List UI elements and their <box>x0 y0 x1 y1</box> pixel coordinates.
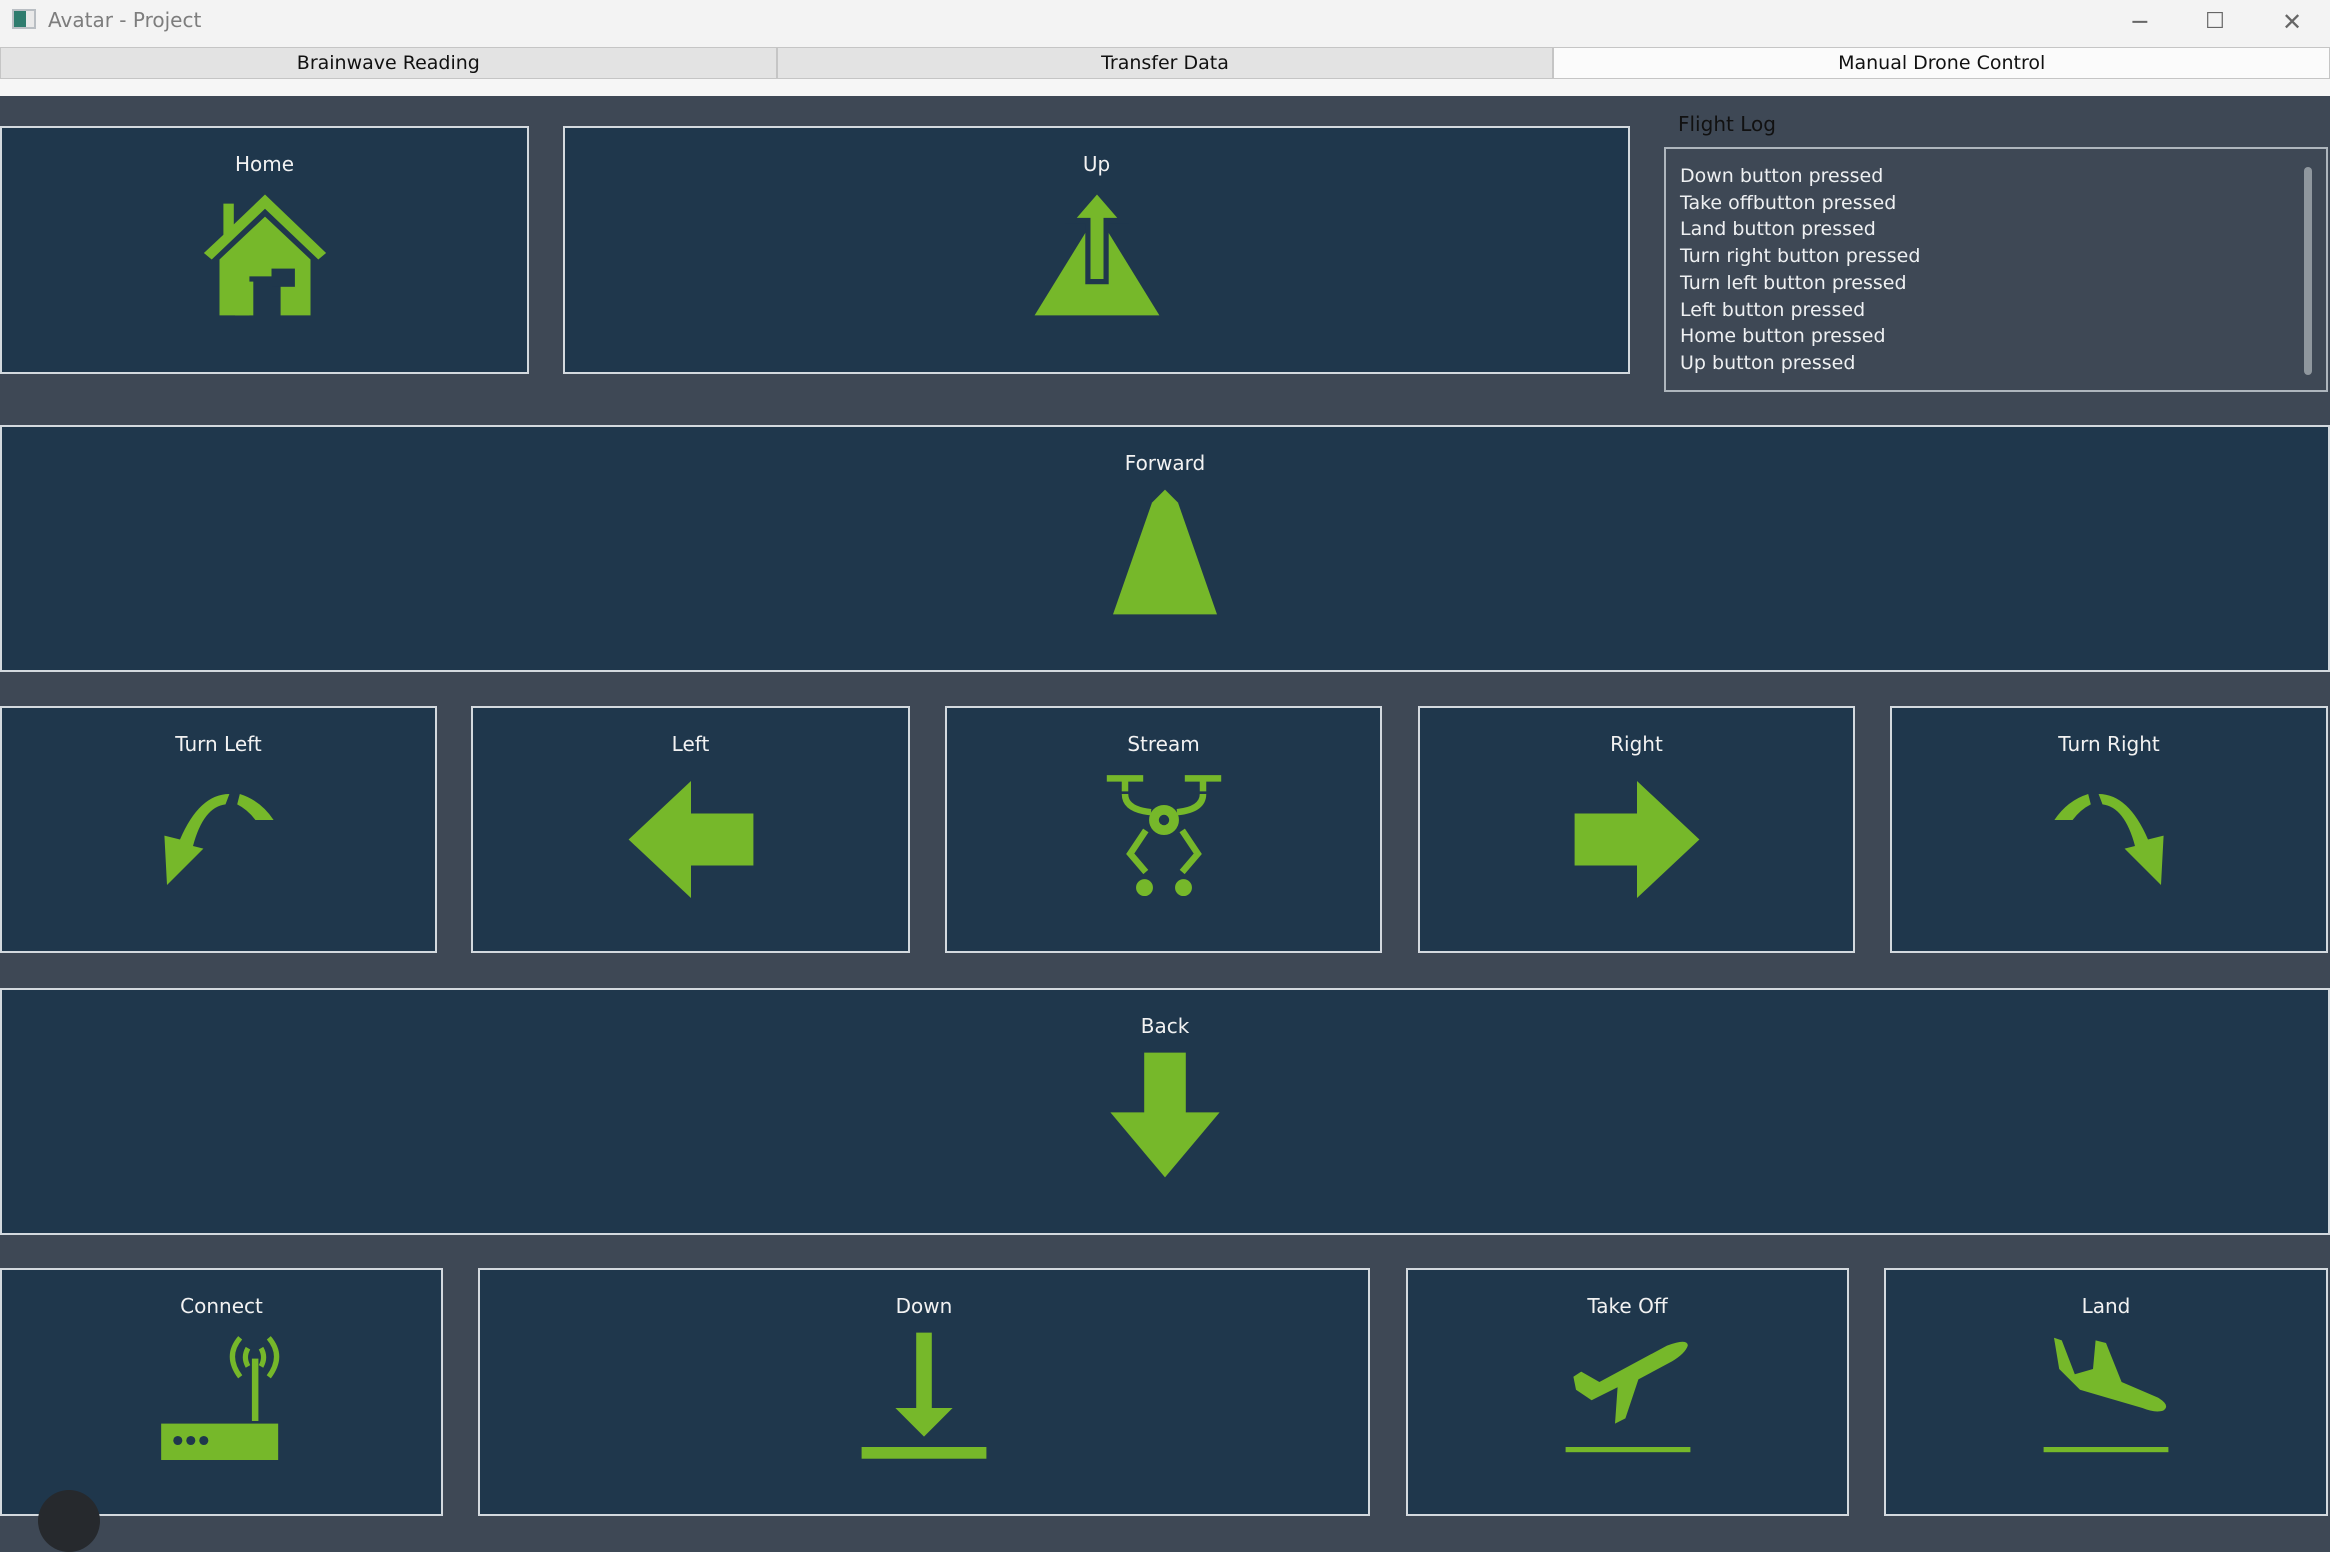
log-entry: Turn left button pressed <box>1680 271 1907 294</box>
land-button[interactable]: Land <box>1884 1268 2328 1516</box>
left-arrow-icon <box>628 781 753 898</box>
up-arrow-icon <box>1034 188 1159 316</box>
app-icon <box>12 9 36 29</box>
connect-button[interactable]: Connect <box>0 1268 443 1516</box>
down-button[interactable]: Down <box>478 1268 1370 1516</box>
forward-label: Forward <box>1124 451 1206 475</box>
turn-right-button[interactable]: Turn Right <box>1890 706 2328 953</box>
take-off-button[interactable]: Take Off <box>1406 1268 1849 1516</box>
connect-label: Connect <box>180 1294 263 1318</box>
left-label: Left <box>671 732 710 756</box>
tab-manual-drone-control[interactable]: Manual Drone Control <box>1553 47 2330 79</box>
router-icon <box>160 1336 279 1460</box>
log-entry: Left button pressed <box>1680 298 1866 321</box>
land-label: Land <box>2081 1294 2131 1318</box>
right-label: Right <box>1610 732 1663 756</box>
flight-log-label: Flight Log <box>1678 112 1776 136</box>
back-label: Back <box>1140 1014 1190 1038</box>
maximize-button[interactable]: ☐ <box>2185 4 2245 40</box>
home-icon <box>203 194 326 316</box>
takeoff-plane-icon <box>1565 1341 1690 1453</box>
window-title: Avatar - Project <box>48 8 202 32</box>
forward-arrow-icon <box>1113 489 1217 615</box>
drone-icon <box>1106 775 1221 897</box>
tab-bar: Brainwave Reading Transfer Data Manual D… <box>0 47 2330 79</box>
log-entry: Down button pressed <box>1680 165 1884 187</box>
log-scrollbar[interactable] <box>2304 167 2312 375</box>
download-arrow-icon <box>861 1332 987 1459</box>
landing-plane-icon <box>2043 1337 2169 1453</box>
right-arrow-icon <box>1574 781 1699 898</box>
up-button[interactable]: Up <box>563 126 1630 374</box>
turn-left-label: Turn Left <box>175 732 262 756</box>
log-entry: Turn right button pressed <box>1680 245 1921 268</box>
down-arrow-icon <box>1110 1052 1220 1178</box>
minimize-button[interactable]: ─ <box>2110 4 2170 40</box>
turn-left-icon <box>163 794 274 885</box>
turn-right-label: Turn Right <box>2058 732 2160 756</box>
forward-button[interactable]: Forward <box>0 425 2330 672</box>
log-entry: Up button pressed <box>1680 351 1856 374</box>
turn-left-button[interactable]: Turn Left <box>0 706 437 953</box>
up-label: Up <box>1082 152 1111 176</box>
down-label: Down <box>895 1294 953 1318</box>
left-button[interactable]: Left <box>471 706 910 953</box>
take-off-label: Take Off <box>1587 1294 1668 1318</box>
tab-divider <box>0 79 2330 96</box>
flight-log-list[interactable]: Down button pressed Take offbutton press… <box>1664 147 2328 392</box>
home-button[interactable]: Home <box>0 126 529 374</box>
home-label: Home <box>234 152 295 176</box>
turn-right-icon <box>2054 794 2164 885</box>
back-button[interactable]: Back <box>0 988 2330 1235</box>
title-bar: Avatar - Project ─ ☐ ✕ <box>0 0 2330 47</box>
log-entry: Land button pressed <box>1680 218 1876 241</box>
tab-brainwave-reading[interactable]: Brainwave Reading <box>0 47 777 79</box>
log-entry: Take offbutton pressed <box>1680 191 1897 214</box>
stream-button[interactable]: Stream <box>945 706 1382 953</box>
close-button[interactable]: ✕ <box>2262 4 2322 40</box>
stream-label: Stream <box>1127 732 1200 756</box>
right-button[interactable]: Right <box>1418 706 1855 953</box>
tab-transfer-data[interactable]: Transfer Data <box>776 47 1554 79</box>
floating-action-button[interactable] <box>38 1490 100 1552</box>
log-entry: Home button pressed <box>1680 325 1886 348</box>
